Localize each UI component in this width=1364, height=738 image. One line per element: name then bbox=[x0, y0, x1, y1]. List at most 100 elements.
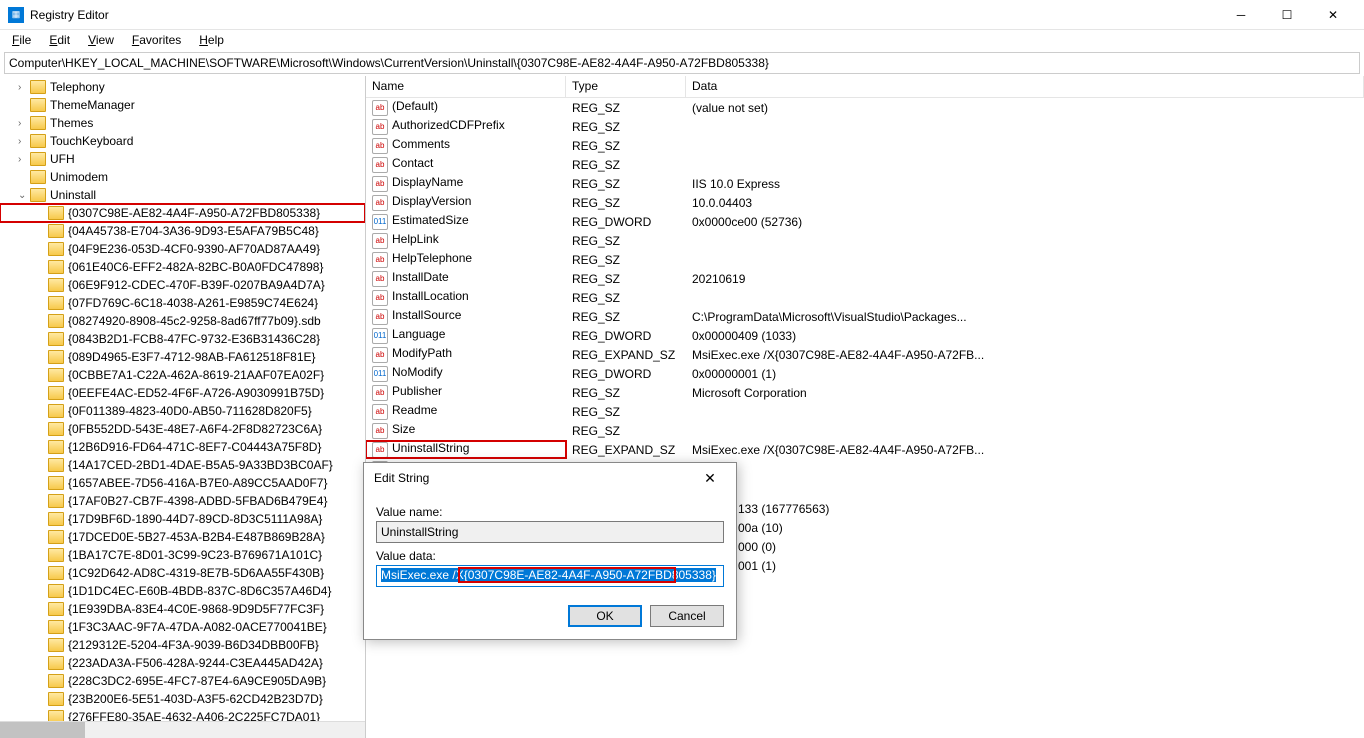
tree-item[interactable]: ›TouchKeyboard bbox=[0, 132, 365, 150]
value-data-cell: C:\ProgramData\Microsoft\VisualStudio\Pa… bbox=[686, 310, 1364, 324]
list-row[interactable]: abSizeREG_SZ bbox=[366, 421, 1364, 440]
list-row[interactable]: ab(Default)REG_SZ(value not set) bbox=[366, 98, 1364, 117]
menu-view[interactable]: View bbox=[80, 31, 122, 49]
tree-item[interactable]: {061E40C6-EFF2-482A-82BC-B0A0FDC47898} bbox=[0, 258, 365, 276]
list-row[interactable]: abInstallDateREG_SZ20210619 bbox=[366, 269, 1364, 288]
minimize-button[interactable]: ─ bbox=[1218, 0, 1264, 30]
tree-item[interactable]: ⌄ Uninstall bbox=[0, 186, 365, 204]
tree-expander-icon[interactable]: › bbox=[18, 118, 30, 129]
tree-item[interactable]: {1C92D642-AD8C-4319-8E7B-5D6AA55F430B} bbox=[0, 564, 365, 582]
folder-icon bbox=[48, 422, 64, 436]
tree-item[interactable]: {04A45738-E704-3A36-9D93-E5AFA79B5C48} bbox=[0, 222, 365, 240]
list-row[interactable]: abReadmeREG_SZ bbox=[366, 402, 1364, 421]
folder-icon bbox=[48, 242, 64, 256]
folder-icon bbox=[48, 224, 64, 238]
list-row[interactable]: 011EstimatedSizeREG_DWORD0x0000ce00 (527… bbox=[366, 212, 1364, 231]
tree-item[interactable]: {12B6D916-FD64-471C-8EF7-C04443A75F8D} bbox=[0, 438, 365, 456]
string-value-icon: ab bbox=[372, 442, 388, 458]
folder-icon bbox=[48, 296, 64, 310]
list-row[interactable]: abUninstallStringREG_EXPAND_SZMsiExec.ex… bbox=[366, 440, 1364, 459]
value-name-input[interactable] bbox=[376, 521, 724, 543]
tree-expander-icon[interactable]: › bbox=[18, 136, 30, 147]
list-row[interactable]: abCommentsREG_SZ bbox=[366, 136, 1364, 155]
tree-item-label: Uninstall bbox=[50, 188, 96, 202]
tree-item[interactable]: {17DCED0E-5B27-453A-B2B4-E487B869B28A} bbox=[0, 528, 365, 546]
address-path: Computer\HKEY_LOCAL_MACHINE\SOFTWARE\Mic… bbox=[9, 56, 769, 70]
folder-icon bbox=[48, 548, 64, 562]
folder-icon bbox=[48, 692, 64, 706]
tree-expander-icon[interactable]: › bbox=[18, 154, 30, 165]
tree-item[interactable]: {228C3DC2-695E-4FC7-87E4-6A9CE905DA9B} bbox=[0, 672, 365, 690]
tree-item[interactable]: ThemeManager bbox=[0, 96, 365, 114]
tree-item[interactable]: ›UFH bbox=[0, 150, 365, 168]
tree-item[interactable]: {0F011389-4823-40D0-AB50-711628D820F5} bbox=[0, 402, 365, 420]
tree-item[interactable]: ›Telephony bbox=[0, 78, 365, 96]
list-row[interactable]: abPublisherREG_SZMicrosoft Corporation bbox=[366, 383, 1364, 402]
list-row[interactable]: 011NoModifyREG_DWORD0x00000001 (1) bbox=[366, 364, 1364, 383]
tree-pane[interactable]: ›TelephonyThemeManager›Themes›TouchKeybo… bbox=[0, 76, 366, 738]
tree-item[interactable]: {0843B2D1-FCB8-47FC-9732-E36B31436C28} bbox=[0, 330, 365, 348]
folder-icon bbox=[48, 602, 64, 616]
tree-item[interactable]: {1657ABEE-7D56-416A-B7E0-A89CC5AAD0F7} bbox=[0, 474, 365, 492]
tree-item[interactable]: {06E9F912-CDEC-470F-B39F-0207BA9A4D7A} bbox=[0, 276, 365, 294]
binary-value-icon: 011 bbox=[372, 366, 388, 382]
tree-item[interactable]: {23B200E6-5E51-403D-A3F5-62CD42B23D7D} bbox=[0, 690, 365, 708]
tree-item[interactable]: Unimodem bbox=[0, 168, 365, 186]
menu-help[interactable]: Help bbox=[191, 31, 232, 49]
maximize-button[interactable]: ☐ bbox=[1264, 0, 1310, 30]
tree-item[interactable]: {2129312E-5204-4F3A-9039-B6D34DBB00FB} bbox=[0, 636, 365, 654]
address-bar[interactable]: Computer\HKEY_LOCAL_MACHINE\SOFTWARE\Mic… bbox=[4, 52, 1360, 74]
list-row[interactable]: abHelpLinkREG_SZ bbox=[366, 231, 1364, 250]
tree-item[interactable]: {0FB552DD-543E-48E7-A6F4-2F8D82723C6A} bbox=[0, 420, 365, 438]
tree-item[interactable]: {1BA17C7E-8D01-3C99-9C23-B769671A101C} bbox=[0, 546, 365, 564]
list-row[interactable]: 011LanguageREG_DWORD0x00000409 (1033) bbox=[366, 326, 1364, 345]
close-button[interactable]: ✕ bbox=[1310, 0, 1356, 30]
list-row[interactable]: abHelpTelephoneREG_SZ bbox=[366, 250, 1364, 269]
folder-icon bbox=[48, 386, 64, 400]
tree-item[interactable]: {17D9BF6D-1890-44D7-89CD-8D3C5111A98A} bbox=[0, 510, 365, 528]
dialog-close-button[interactable]: ✕ bbox=[694, 470, 726, 487]
tree-item[interactable]: {14A17CED-2BD1-4DAE-B5A5-9A33BD3BC0AF} bbox=[0, 456, 365, 474]
value-type-cell: REG_SZ bbox=[566, 177, 686, 191]
tree-item[interactable]: {223ADA3A-F506-428A-9244-C3EA445AD42A} bbox=[0, 654, 365, 672]
column-header-type[interactable]: Type bbox=[566, 76, 686, 97]
tree-item[interactable]: {0307C98E-AE82-4A4F-A950-A72FBD805338} bbox=[0, 204, 365, 222]
value-data-label: Value data: bbox=[376, 549, 724, 563]
list-row[interactable]: abInstallLocationREG_SZ bbox=[366, 288, 1364, 307]
folder-icon bbox=[48, 458, 64, 472]
tree-item[interactable]: {089D4965-E3F7-4712-98AB-FA612518F81E} bbox=[0, 348, 365, 366]
tree-item[interactable]: {1F3C3AAC-9F7A-47DA-A082-0ACE770041BE} bbox=[0, 618, 365, 636]
ok-button[interactable]: OK bbox=[568, 605, 642, 627]
tree-item[interactable]: {07FD769C-6C18-4038-A261-E9859C74E624} bbox=[0, 294, 365, 312]
tree-item[interactable]: {0EEFE4AC-ED52-4F6F-A726-A9030991B75D} bbox=[0, 384, 365, 402]
tree-item[interactable]: {1D1DC4EC-E60B-4BDB-837C-8D6C357A46D4} bbox=[0, 582, 365, 600]
value-data-cell: Microsoft Corporation bbox=[686, 386, 1364, 400]
tree-expander-icon[interactable]: › bbox=[18, 82, 30, 93]
menu-file[interactable]: File bbox=[4, 31, 39, 49]
tree-item[interactable]: {1E939DBA-83E4-4C0E-9868-9D9D5F77FC3F} bbox=[0, 600, 365, 618]
column-header-name[interactable]: Name bbox=[366, 76, 566, 97]
tree-horizontal-scrollbar[interactable] bbox=[0, 721, 365, 738]
column-header-data[interactable]: Data bbox=[686, 76, 1364, 97]
list-row[interactable]: abDisplayNameREG_SZIIS 10.0 Express bbox=[366, 174, 1364, 193]
string-value-icon: ab bbox=[372, 404, 388, 420]
tree-item[interactable]: {0CBBE7A1-C22A-462A-8619-21AAF07EA02F} bbox=[0, 366, 365, 384]
cancel-button[interactable]: Cancel bbox=[650, 605, 724, 627]
value-type-cell: REG_EXPAND_SZ bbox=[566, 348, 686, 362]
list-row[interactable]: abDisplayVersionREG_SZ10.0.04403 bbox=[366, 193, 1364, 212]
tree-item[interactable]: {17AF0B27-CB7F-4398-ADBD-5FBAD6B479E4} bbox=[0, 492, 365, 510]
tree-item[interactable]: {08274920-8908-45c2-9258-8ad67ff77b09}.s… bbox=[0, 312, 365, 330]
menu-edit[interactable]: Edit bbox=[41, 31, 78, 49]
list-row[interactable]: abInstallSourceREG_SZC:\ProgramData\Micr… bbox=[366, 307, 1364, 326]
menu-favorites[interactable]: Favorites bbox=[124, 31, 189, 49]
list-row[interactable]: abContactREG_SZ bbox=[366, 155, 1364, 174]
tree-item-label: {228C3DC2-695E-4FC7-87E4-6A9CE905DA9B} bbox=[68, 674, 326, 688]
tree-expander-icon[interactable]: ⌄ bbox=[18, 190, 30, 201]
tree-item[interactable]: ›Themes bbox=[0, 114, 365, 132]
tree-item-label: {1BA17C7E-8D01-3C99-9C23-B769671A101C} bbox=[68, 548, 322, 562]
tree-item[interactable]: {04F9E236-053D-4CF0-9390-AF70AD87AA49} bbox=[0, 240, 365, 258]
list-row[interactable]: abAuthorizedCDFPrefixREG_SZ bbox=[366, 117, 1364, 136]
list-row[interactable]: abModifyPathREG_EXPAND_SZMsiExec.exe /X{… bbox=[366, 345, 1364, 364]
value-data-input[interactable]: MsiExec.exe /X{0307C98E-AE82-4A4F-A950-A… bbox=[376, 565, 724, 587]
folder-icon bbox=[30, 80, 46, 94]
